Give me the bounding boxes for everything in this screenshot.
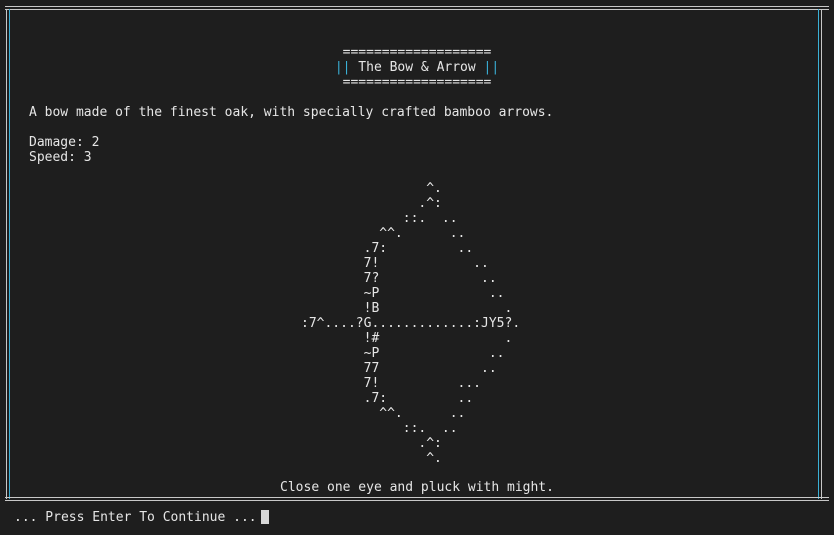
title-bar-right: || [483, 60, 500, 75]
continue-prompt[interactable]: ... Press Enter To Continue ... [14, 510, 269, 525]
item-description: A bow made of the finest oak, with speci… [29, 105, 554, 120]
bottom-border-outer [5, 500, 829, 501]
title-bar-left: || [334, 60, 351, 75]
flavor-text: Close one eye and pluck with might. [280, 480, 554, 495]
title-rule-top: =================== [342, 45, 492, 60]
title-line: || The Bow & Arrow || [0, 60, 834, 75]
top-border-inner [5, 9, 829, 10]
bow-ascii-art: ^. .^: ::. .. ^^. .. .7: .. 7! .. 7? .. … [301, 181, 521, 466]
continue-prompt-text: ... Press Enter To Continue ... [14, 510, 257, 525]
damage-stat: Damage: 2 [29, 135, 100, 150]
speed-stat: Speed: 3 [29, 150, 92, 165]
bottom-border-inner [5, 497, 829, 498]
title-rule-bottom: =================== [342, 75, 492, 90]
top-border-outer [5, 6, 829, 7]
card-title: The Bow & Arrow [358, 60, 476, 75]
text-cursor [260, 510, 269, 524]
